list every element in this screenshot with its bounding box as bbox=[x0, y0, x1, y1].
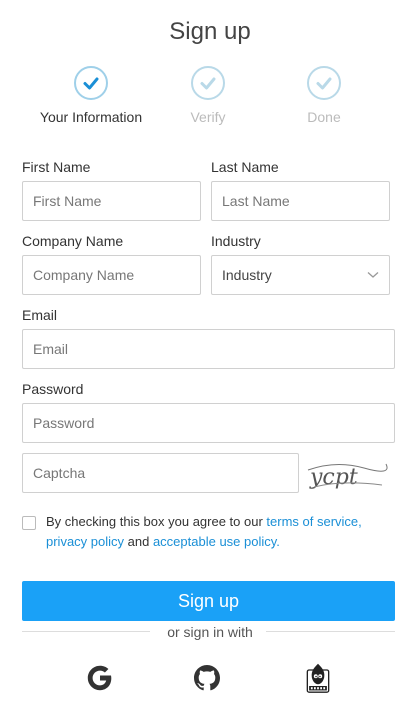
industry-select[interactable]: Industry bbox=[211, 255, 390, 295]
step-verify: Verify bbox=[148, 66, 268, 125]
agreement-period: . bbox=[276, 534, 280, 549]
step-label: Verify bbox=[190, 109, 226, 125]
google-icon bbox=[87, 665, 112, 691]
agreement-text: By checking this box you agree to our te… bbox=[46, 512, 386, 552]
google-signin-button[interactable] bbox=[83, 660, 117, 696]
sign-up-button[interactable]: Sign up bbox=[22, 581, 395, 621]
company-name-label: Company Name bbox=[22, 233, 124, 249]
first-name-label: First Name bbox=[22, 159, 91, 175]
email-label: Email bbox=[22, 307, 58, 323]
last-name-label: Last Name bbox=[211, 159, 279, 175]
step-label: Done bbox=[307, 109, 341, 125]
password-input[interactable] bbox=[22, 403, 395, 443]
terms-of-service-link[interactable]: terms of service bbox=[266, 514, 358, 529]
captcha-image[interactable]: ycpt bbox=[306, 458, 388, 492]
cocos-icon bbox=[306, 663, 330, 693]
agreement-comma: , bbox=[358, 514, 362, 529]
agreement-prefix: By checking this box you agree to our bbox=[46, 514, 267, 529]
agreement-and: and bbox=[124, 534, 153, 549]
divider-right bbox=[266, 631, 395, 632]
industry-label: Industry bbox=[211, 233, 261, 249]
step-check-icon bbox=[307, 66, 341, 100]
step-check-icon bbox=[191, 66, 225, 100]
github-icon bbox=[194, 665, 220, 691]
step-check-icon bbox=[74, 66, 108, 100]
alt-signin-label: or sign in with bbox=[167, 624, 253, 640]
last-name-input[interactable] bbox=[211, 181, 390, 221]
password-label: Password bbox=[22, 381, 84, 397]
acceptable-use-policy-link[interactable]: acceptable use policy bbox=[153, 534, 276, 549]
first-name-input[interactable] bbox=[22, 181, 201, 221]
privacy-policy-link[interactable]: privacy policy bbox=[46, 534, 124, 549]
industry-select-value: Industry bbox=[222, 267, 272, 283]
captcha-input[interactable] bbox=[22, 453, 299, 493]
company-name-input[interactable] bbox=[22, 255, 201, 295]
page-title: Sign up bbox=[169, 18, 251, 45]
step-done: Done bbox=[264, 66, 384, 125]
agree-checkbox[interactable] bbox=[22, 516, 36, 530]
step-label: Your Information bbox=[39, 109, 143, 125]
github-signin-button[interactable] bbox=[190, 660, 224, 696]
step-your-information: Your Information bbox=[31, 66, 151, 125]
cocos-signin-button[interactable] bbox=[301, 660, 335, 696]
email-input[interactable] bbox=[22, 329, 395, 369]
chevron-down-icon bbox=[367, 272, 379, 278]
